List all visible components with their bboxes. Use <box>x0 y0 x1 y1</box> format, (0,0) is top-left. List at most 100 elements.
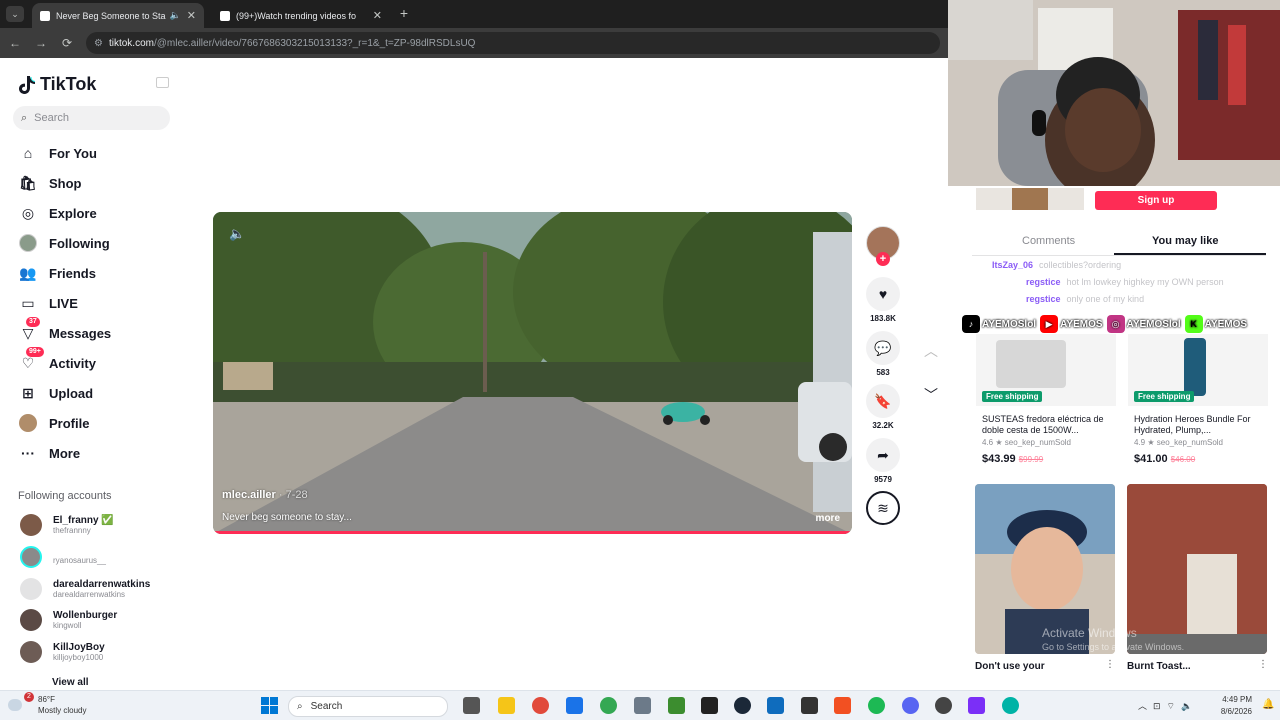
account-name: El_franny ✅ <box>53 515 114 526</box>
search-input[interactable]: ⌕ Search <box>13 106 170 130</box>
nav-live[interactable]: ▭ LIVE <box>18 290 78 316</box>
nav-for-you[interactable]: ⌂ For You <box>18 140 97 166</box>
store-icon[interactable] <box>566 697 583 714</box>
new-tab-button[interactable]: + <box>396 5 412 21</box>
browser-address-bar: ← → ⟳ ⚙ tiktok.com /@mlec.ailler/video/7… <box>0 28 948 58</box>
save-count: 32.2K <box>872 421 894 430</box>
social-tag: K AYEMOS <box>1184 313 1247 335</box>
speaker-icon[interactable]: 🔈 <box>170 10 181 21</box>
streamer-socials-overlay: ♪ AYEMOSlol ▶ AYEMOS ◎ AYEMOSlol K AYEMOS <box>962 313 1280 335</box>
app-icon[interactable] <box>767 697 784 714</box>
share-action[interactable]: ➦ 9579 <box>866 438 900 484</box>
following-account[interactable]: darealdarrenwatkins darealdarrenwatkins <box>20 575 190 603</box>
browser-tab-active[interactable]: Never Beg Someone to Sta 🔈 ✕ <box>32 3 204 28</box>
capcut-icon[interactable] <box>701 697 718 714</box>
nav-profile[interactable]: Profile <box>18 410 89 436</box>
product-image: Free shipping <box>1128 334 1268 406</box>
kebab-menu-icon[interactable]: ⋮ <box>1105 659 1115 670</box>
account-name: darealdarrenwatkins <box>53 579 151 590</box>
task-view-icon[interactable] <box>463 697 480 714</box>
music-action[interactable]: ≋ <box>866 491 900 525</box>
nav-shop[interactable]: 🛍 Shop <box>18 170 81 196</box>
collapse-sidebar-icon[interactable] <box>156 77 169 88</box>
browser-tab[interactable]: (99+)Watch trending videos fo ✕ <box>212 3 390 28</box>
bookmark-icon[interactable]: 🔖 <box>866 384 900 418</box>
tiktok-logo[interactable]: TikTok <box>18 74 96 95</box>
following-account[interactable]: ryanosaurus__ <box>20 543 190 571</box>
kebab-menu-icon[interactable]: ⋮ <box>1258 659 1268 670</box>
forward-icon[interactable]: → <box>30 32 52 54</box>
weather-icon[interactable] <box>8 699 22 711</box>
following-account[interactable]: Wollenburger kingwoll <box>20 606 190 634</box>
nav-upload[interactable]: ⊞ Upload <box>18 380 93 406</box>
nav-friends[interactable]: 👥 Friends <box>18 260 96 286</box>
comment-icon[interactable]: 💬 <box>866 331 900 365</box>
more-button[interactable]: more <box>816 513 840 524</box>
heart-icon[interactable]: ♥ <box>866 277 900 311</box>
save-action[interactable]: 🔖 32.2K <box>866 384 900 430</box>
tab-you-may-like[interactable]: You may like <box>1152 235 1218 247</box>
url-field[interactable]: ⚙ tiktok.com /@mlec.ailler/video/7667686… <box>86 32 940 54</box>
nav-following[interactable]: Following <box>18 230 110 256</box>
signup-button[interactable]: Sign up <box>1095 191 1217 210</box>
youtube-icon: ▶ <box>1040 315 1059 333</box>
taskbar-search[interactable]: ⌕ Search <box>288 696 448 717</box>
social-label: AYEMOSlol <box>1126 318 1181 330</box>
next-video-icon[interactable]: ﹀ <box>920 384 942 406</box>
social-label: AYEMOSlol <box>982 318 1037 330</box>
video-player[interactable]: 🔈 mlec.ailler · 7-28 Never beg someone t… <box>213 212 852 534</box>
windows-start-icon[interactable] <box>261 697 278 714</box>
close-tab-icon[interactable]: ✕ <box>373 9 382 22</box>
chat-text: only one of my kind <box>1066 294 1145 304</box>
reload-icon[interactable]: ⟳ <box>56 32 78 54</box>
clock[interactable]: 4:49 PM 8/6/2026 <box>1221 694 1252 718</box>
volume-icon[interactable]: 🔈 <box>229 226 245 242</box>
video-progress-bar[interactable] <box>213 531 852 534</box>
account-username: killjoyboy1000 <box>53 653 104 662</box>
notifications-icon[interactable]: 🔔 <box>1262 699 1274 710</box>
system-tray[interactable]: ︿⊡⌔🔈 <box>1138 699 1198 712</box>
spotify-icon[interactable] <box>868 697 885 714</box>
nav-activity[interactable]: ♡ 99+ Activity <box>18 347 96 376</box>
weather-widget[interactable]: 86°F Mostly cloudy <box>38 694 86 716</box>
tiktok-favicon-icon <box>220 10 230 21</box>
file-explorer-icon[interactable] <box>498 697 515 714</box>
following-account[interactable]: El_franny ✅ thefrannny <box>20 511 190 539</box>
close-tab-icon[interactable]: ✕ <box>187 9 196 22</box>
app-icon[interactable] <box>834 697 851 714</box>
live-icon: ▭ <box>21 294 35 311</box>
app-icon[interactable] <box>968 697 985 714</box>
following-account[interactable]: KillJoyBoy killjoyboy1000 <box>20 638 190 666</box>
product-card[interactable]: Free shipping Hydration Heroes Bundle Fo… <box>1128 334 1268 465</box>
obs-icon[interactable] <box>935 697 952 714</box>
follow-plus-icon[interactable]: + <box>876 252 890 266</box>
steam-icon[interactable] <box>734 697 751 714</box>
app-icon[interactable] <box>1002 697 1019 714</box>
nav-more[interactable]: ··· More <box>18 440 80 466</box>
settings-icon[interactable] <box>634 697 651 714</box>
nav-messages[interactable]: ▽ 37 Messages <box>18 317 111 346</box>
chat-text: collectibles?ordering <box>1039 260 1122 270</box>
video-thumbnail[interactable] <box>1127 484 1267 654</box>
like-action[interactable]: ♥ 183.8K <box>866 277 900 323</box>
chrome-icon[interactable] <box>532 697 549 714</box>
site-info-icon[interactable]: ⚙ <box>94 38 103 49</box>
share-icon[interactable]: ➦ <box>866 438 900 472</box>
discord-icon[interactable] <box>902 697 919 714</box>
nav-explore[interactable]: ◎ Explore <box>18 200 97 226</box>
previous-video-icon[interactable]: ︿ <box>920 340 942 362</box>
video-author[interactable]: mlec.ailler · 7-28 <box>222 489 308 501</box>
avatar <box>20 578 42 600</box>
video-caption[interactable]: Don't use your <box>975 661 1045 672</box>
tab-search-button[interactable]: ⌄ <box>6 6 24 22</box>
product-card[interactable]: Free shipping SUSTEAS fredora eléctrica … <box>976 334 1116 465</box>
comment-action[interactable]: 💬 583 <box>866 331 900 377</box>
music-disc-icon[interactable]: ≋ <box>866 491 900 525</box>
minecraft-icon[interactable] <box>668 697 685 714</box>
chrome-active-icon[interactable] <box>600 697 617 714</box>
view-all-link[interactable]: View all <box>52 677 89 688</box>
epic-games-icon[interactable] <box>801 697 818 714</box>
tab-comments[interactable]: Comments <box>1022 235 1075 247</box>
back-icon[interactable]: ← <box>4 32 26 54</box>
video-caption[interactable]: Burnt Toast... <box>1127 661 1191 672</box>
